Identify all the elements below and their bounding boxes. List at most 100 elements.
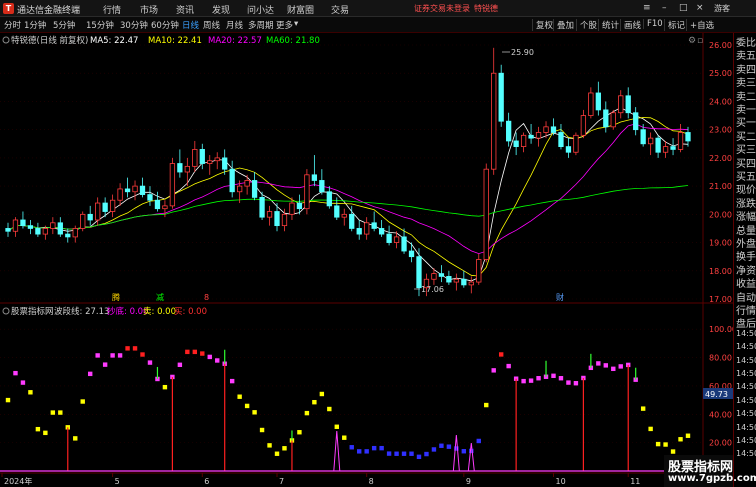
candle-body[interactable] [491, 72, 497, 170]
candle-body[interactable] [520, 134, 527, 148]
candle-body[interactable] [655, 137, 661, 153]
candle-body[interactable] [199, 149, 205, 164]
overlay-button[interactable]: 叠加 [553, 19, 574, 31]
period-tab-15min[interactable]: 15分钟 [86, 19, 114, 31]
candle-body[interactable] [483, 168, 489, 260]
candle-body[interactable] [558, 132, 564, 148]
candle-body[interactable] [565, 146, 572, 153]
candle-body[interactable] [20, 219, 26, 227]
candle-body[interactable] [468, 281, 474, 286]
candle-body[interactable] [214, 157, 220, 162]
draw-button[interactable]: 画线 [620, 19, 641, 31]
candle-body[interactable] [147, 194, 153, 201]
guest-label[interactable]: 游客 [714, 3, 730, 14]
candle-body[interactable] [528, 134, 534, 139]
close-icon[interactable]: × [696, 3, 704, 13]
candle-body[interactable] [416, 256, 422, 289]
menu-item-news[interactable]: 资讯 [176, 3, 194, 16]
settings-icon[interactable]: ⚙ [688, 36, 696, 46]
candle-body[interactable] [633, 112, 639, 131]
candle-body[interactable] [35, 228, 41, 235]
candle-body[interactable] [341, 213, 347, 218]
period-tab-multi[interactable]: 多周期 [248, 19, 274, 31]
candle-body[interactable] [535, 132, 542, 139]
chevron-down-icon[interactable]: ▾ [294, 19, 298, 29]
candle-body[interactable] [378, 228, 385, 235]
add-watchlist-button[interactable]: +自选 [686, 19, 714, 31]
period-tab-1min[interactable]: 1分钟 [24, 19, 46, 31]
candle-body[interactable] [162, 205, 168, 210]
candle-body[interactable] [27, 225, 34, 229]
candle-body[interactable] [677, 132, 684, 150]
candle-body[interactable] [685, 132, 691, 142]
candle-body[interactable] [80, 213, 86, 229]
candle-body[interactable] [610, 112, 616, 128]
minimize-icon[interactable]: – [662, 3, 667, 13]
candle-body[interactable] [393, 236, 400, 243]
menu-item-wealth[interactable]: 财富圈 [287, 3, 314, 16]
candle-body[interactable] [139, 185, 146, 195]
candle-body[interactable] [5, 228, 11, 232]
legend-toggle-icon[interactable] [2, 36, 10, 44]
menu-item-quotes[interactable]: 行情 [103, 3, 121, 16]
candle-body[interactable] [461, 278, 467, 286]
candle-body[interactable] [476, 259, 482, 283]
candle-body[interactable] [72, 228, 78, 238]
period-tab-5min[interactable]: 5分钟 [53, 19, 75, 31]
candle-body[interactable] [311, 174, 318, 181]
candle-body[interactable] [431, 273, 437, 280]
candle-body[interactable] [356, 228, 362, 235]
candle-body[interactable] [222, 157, 228, 170]
menu-item-discover[interactable]: 发现 [212, 3, 230, 16]
candle-body[interactable] [543, 126, 549, 133]
candle-body[interactable] [595, 92, 601, 111]
candle-body[interactable] [102, 202, 108, 212]
event-markers[interactable]: 腾 减 8 财 [112, 292, 564, 302]
mark-button[interactable]: 标记 [664, 19, 685, 31]
candle-body[interactable] [192, 149, 198, 167]
candle-body[interactable] [401, 236, 407, 252]
f10-button[interactable]: F10 [643, 19, 663, 29]
candle-body[interactable] [117, 188, 123, 201]
candle-body[interactable] [640, 129, 646, 145]
candle-body[interactable] [65, 233, 71, 238]
candle-body[interactable] [281, 213, 288, 227]
candle-body[interactable] [169, 163, 176, 207]
candle-body[interactable] [349, 213, 355, 229]
candle-body[interactable] [326, 191, 332, 207]
period-tab-30min[interactable]: 30分钟 [120, 19, 148, 31]
login-notice[interactable]: 证券交易未登录 [414, 3, 470, 14]
candle-body[interactable] [259, 196, 265, 218]
menu-item-trade[interactable]: 交易 [331, 3, 349, 16]
menu-item-ask[interactable]: 问小达 [247, 3, 274, 16]
candle-body[interactable] [124, 188, 131, 193]
candle-body[interactable] [446, 276, 452, 283]
candle-body[interactable] [251, 180, 258, 198]
candle-body[interactable] [132, 185, 138, 193]
adjust-button[interactable]: 复权 [532, 19, 553, 31]
period-tab-monthly[interactable]: 月线 [226, 19, 243, 31]
candle-body[interactable] [12, 219, 19, 232]
candle-body[interactable] [289, 202, 295, 215]
candle-body[interactable] [109, 199, 116, 212]
candle-body[interactable] [371, 222, 377, 229]
candle-body[interactable] [618, 95, 624, 114]
candle-body[interactable] [550, 126, 557, 133]
candle-body[interactable] [296, 202, 303, 210]
candle-body[interactable] [438, 273, 445, 277]
candle-body[interactable] [498, 72, 504, 122]
sub-legend-toggle-icon[interactable] [2, 307, 10, 315]
candle-body[interactable] [670, 146, 676, 150]
candle-body[interactable] [95, 202, 101, 221]
menu-icon[interactable]: ≡ [643, 3, 651, 13]
menu-item-market[interactable]: 市场 [140, 3, 158, 16]
candle-body[interactable] [57, 222, 63, 235]
candle-body[interactable] [274, 211, 280, 227]
candle-body[interactable] [237, 185, 243, 193]
candle-body[interactable] [334, 205, 340, 218]
candle-body[interactable] [603, 109, 609, 128]
candle-body[interactable] [453, 278, 459, 283]
candle-body[interactable] [588, 92, 594, 116]
candle-body[interactable] [573, 134, 579, 153]
candle-body[interactable] [266, 211, 273, 218]
